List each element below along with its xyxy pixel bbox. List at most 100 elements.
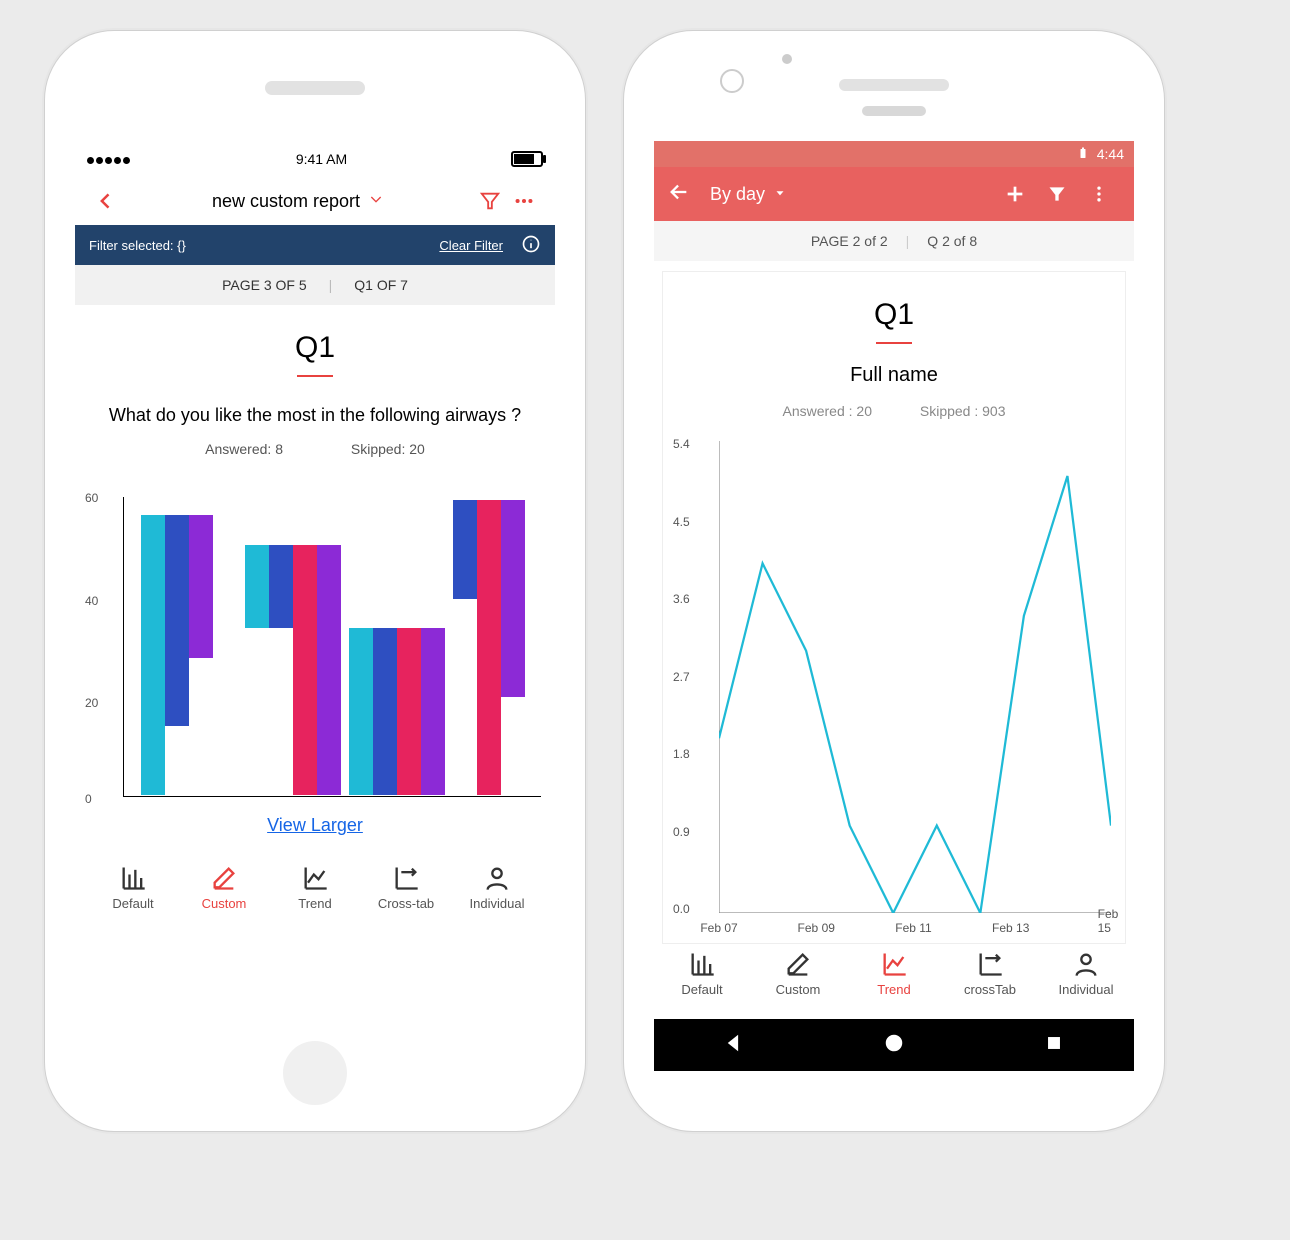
tab-trend[interactable]: Trend [273,864,357,911]
overflow-menu-button[interactable] [1078,184,1120,204]
y-tick: 0.9 [673,825,690,839]
pager-bar: PAGE 3 OF 5 | Q1 OF 7 [75,265,555,305]
ios-status-bar: 9:41 AM [75,141,555,177]
tab-individual[interactable]: Individual [455,864,539,911]
chevron-down-icon[interactable] [368,191,384,212]
ios-screen: 9:41 AM new custom report Filter selecte… [75,141,555,1021]
answered-count: Answered : 20 [782,403,872,419]
pencil-icon [210,864,238,892]
tab-label: Default [681,982,722,997]
pencil-icon [784,950,812,978]
tab-individual[interactable]: Individual [1046,950,1126,997]
filter-selected-bar: Filter selected: {} Clear Filter [75,225,555,265]
tab-custom[interactable]: Custom [182,864,266,911]
line-chart: 5.4 4.5 3.6 2.7 1.8 0.9 0.0 Feb 07 Feb 09 Feb 11… [673,437,1115,937]
tab-crosstab[interactable]: Cross-tab [364,864,448,911]
skipped-count: Skipped: 20 [351,441,425,457]
y-tick: 20 [85,696,98,710]
front-camera [720,69,744,93]
tab-crosstab[interactable]: crossTab [950,950,1030,997]
line-chart-icon [301,864,329,892]
nav-title[interactable]: new custom report [212,191,360,212]
page-indicator: PAGE 3 OF 5 [222,277,307,293]
y-tick: 5.4 [673,437,690,451]
x-tick: Feb 15 [1098,907,1119,935]
bar-chart: 60 40 20 0 [85,491,545,801]
nav-home-button[interactable] [883,1032,905,1059]
x-tick: Feb 07 [700,921,737,935]
nav-recent-button[interactable] [1043,1032,1065,1059]
filter-button[interactable] [473,190,507,212]
y-tick: 0 [85,792,92,806]
question-indicator: Q 2 of 8 [927,233,977,249]
tab-label: Trend [298,896,331,911]
ios-nav-bar: new custom report [75,177,555,225]
bar-chart-icon [688,950,716,978]
tab-label: Default [112,896,153,911]
battery-icon [1077,145,1089,164]
iphone-device-frame: 9:41 AM new custom report Filter selecte… [44,30,586,1132]
filter-selected-label: Filter selected: {} [89,238,186,253]
home-button[interactable] [283,1041,347,1105]
android-nav-bar [654,1019,1134,1071]
tab-default[interactable]: Default [91,864,175,911]
y-tick: 4.5 [673,515,690,529]
skipped-count: Skipped : 903 [920,403,1006,419]
dropdown-caret-icon[interactable] [773,184,787,205]
divider [297,375,333,377]
crosstab-icon [392,864,420,892]
filter-button[interactable] [1036,184,1078,204]
sensor-dot [782,54,792,64]
bar-chart-icon [119,864,147,892]
y-tick: 60 [85,491,98,505]
more-button[interactable] [507,190,541,212]
add-button[interactable] [994,183,1036,205]
android-device-frame: 4:44 By day PAGE 2 of 2 | Q 2 of 8 [623,30,1165,1132]
info-icon[interactable] [521,234,541,257]
secondary-slot [862,106,926,116]
clear-filter-link[interactable]: Clear Filter [439,238,503,253]
back-button[interactable] [89,191,123,211]
question-text: Full name [687,362,1101,389]
x-tick: Feb 11 [895,921,931,935]
x-tick: Feb 09 [798,921,835,935]
status-time: 9:41 AM [296,151,347,167]
y-tick: 1.8 [673,747,690,761]
y-tick: 2.7 [673,670,690,684]
nav-title[interactable]: By day [710,184,765,205]
y-tick: 3.6 [673,592,690,606]
x-tick: Feb 13 [992,921,1029,935]
line-chart-icon [880,950,908,978]
android-screen: 4:44 By day PAGE 2 of 2 | Q 2 of 8 [654,141,1134,1071]
divider [876,342,912,344]
person-icon [483,864,511,892]
nav-back-button[interactable] [723,1032,745,1059]
view-larger-link[interactable]: View Larger [267,815,363,835]
crosstab-icon [976,950,1004,978]
y-tick: 40 [85,594,98,608]
question-indicator: Q1 OF 7 [354,277,408,293]
question-id: Q1 [75,331,555,365]
signal-dots-icon [87,151,132,167]
back-button[interactable] [668,181,690,208]
bottom-tab-bar: Default Custom Trend crossTab Individual [654,950,1134,997]
tab-label: Custom [776,982,821,997]
tab-label: Cross-tab [378,896,434,911]
status-time: 4:44 [1097,146,1124,162]
tab-label: Individual [1059,982,1114,997]
question-id: Q1 [663,298,1125,332]
tab-label: Trend [877,982,910,997]
speaker-slot [265,81,365,95]
page-indicator: PAGE 2 of 2 [811,233,888,249]
tab-custom[interactable]: Custom [758,950,838,997]
y-tick: 0.0 [673,902,690,916]
person-icon [1072,950,1100,978]
question-text: What do you like the most in the followi… [99,403,531,427]
bottom-tab-bar: Default Custom Trend Cross-tab Individua… [75,864,555,911]
tab-default[interactable]: Default [662,950,742,997]
tab-trend[interactable]: Trend [854,950,934,997]
android-app-bar: By day [654,167,1134,221]
tab-label: Custom [202,896,247,911]
android-status-bar: 4:44 [654,141,1134,167]
answered-count: Answered: 8 [205,441,283,457]
